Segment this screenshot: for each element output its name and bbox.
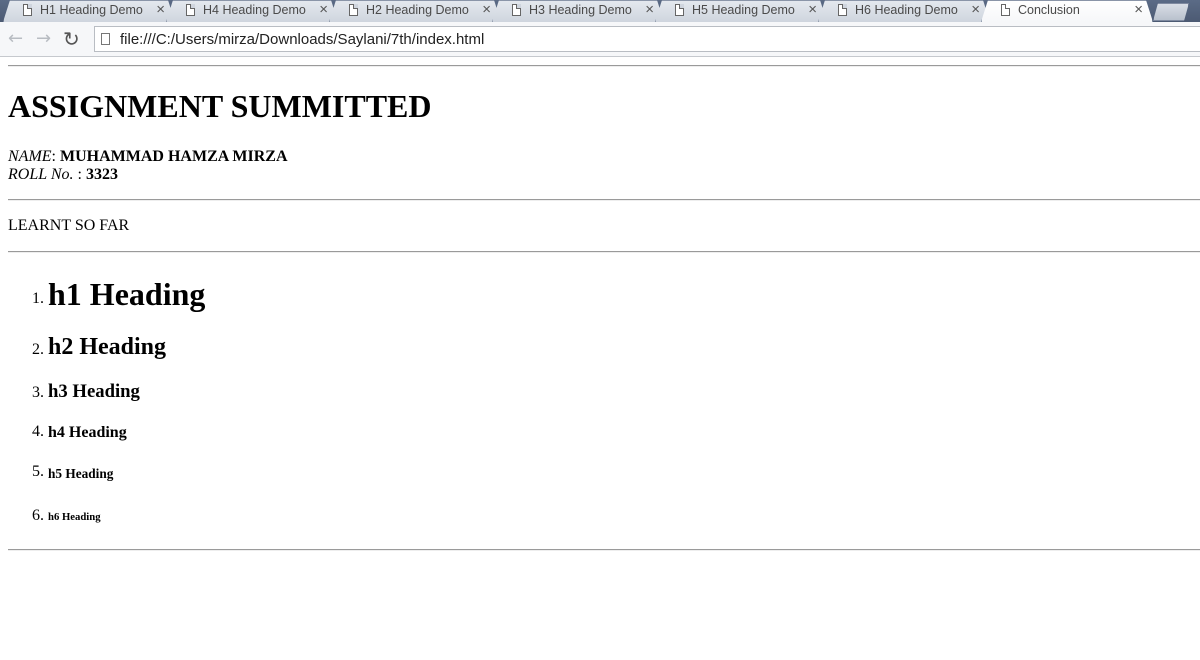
page-icon <box>349 4 358 16</box>
tab-title: H3 Heading Demo <box>529 3 632 17</box>
tab-h6-heading-demo[interactable]: H6 Heading Demo × <box>818 0 990 22</box>
list-number: 2. <box>32 341 44 358</box>
tab-title: H5 Heading Demo <box>692 3 795 17</box>
name-separator: : <box>51 148 60 165</box>
close-tab-icon[interactable]: × <box>1134 1 1143 18</box>
tab-title: H2 Heading Demo <box>366 3 469 17</box>
tab-strip: H1 Heading Demo × H4 Heading Demo × H2 H… <box>0 0 1200 22</box>
tab-title: H4 Heading Demo <box>203 3 306 17</box>
close-tab-icon[interactable]: × <box>645 1 654 18</box>
list-number: 6. <box>32 507 44 524</box>
list-heading: h3 Heading <box>48 381 140 402</box>
tab-title: H1 Heading Demo <box>40 3 143 17</box>
name-line: NAME: MUHAMMAD HAMZA MIRZA <box>8 148 288 166</box>
list-number: 1. <box>32 290 44 307</box>
back-arrow-icon[interactable]: ← <box>8 29 23 49</box>
forward-arrow-icon[interactable]: → <box>36 29 51 49</box>
roll-value: 3323 <box>85 166 118 183</box>
list-number: 5. <box>32 463 44 480</box>
tab-h4-heading-demo[interactable]: H4 Heading Demo × <box>166 0 338 22</box>
divider <box>8 65 1200 67</box>
tab-h1-heading-demo[interactable]: H1 Heading Demo × <box>3 0 175 22</box>
browser-toolbar: ← → ↻ file:///C:/Users/mirza/Downloads/S… <box>0 22 1200 57</box>
list-heading: h5 Heading <box>48 466 114 481</box>
list-heading: h4 Heading <box>48 424 127 441</box>
tab-title: Conclusion <box>1018 3 1080 17</box>
page-icon <box>23 4 32 16</box>
list-number: 3. <box>32 384 44 401</box>
close-tab-icon[interactable]: × <box>156 1 165 18</box>
tab-h2-heading-demo[interactable]: H2 Heading Demo × <box>329 0 501 22</box>
tab-conclusion[interactable]: Conclusion × <box>981 0 1153 22</box>
address-url[interactable]: file:///C:/Users/mirza/Downloads/Saylani… <box>120 31 484 48</box>
divider <box>8 199 1200 201</box>
close-tab-icon[interactable]: × <box>319 1 328 18</box>
page-icon <box>101 33 110 45</box>
roll-label: ROLL No. <box>8 166 74 183</box>
close-tab-icon[interactable]: × <box>808 1 817 18</box>
page-icon <box>186 4 195 16</box>
page-title: ASSIGNMENT SUMMITTED <box>8 88 432 124</box>
reload-icon[interactable]: ↻ <box>63 29 80 49</box>
roll-separator: : <box>73 166 86 183</box>
close-tab-icon[interactable]: × <box>971 1 980 18</box>
page-icon <box>675 4 684 16</box>
page-icon <box>1001 4 1010 16</box>
roll-line: ROLL No. : 3323 <box>8 166 118 184</box>
list-heading: h6 Heading <box>48 511 101 523</box>
page-content: ASSIGNMENT SUMMITTED NAME: MUHAMMAD HAMZ… <box>0 57 1200 660</box>
list-heading: h1 Heading <box>48 276 206 312</box>
tab-h5-heading-demo[interactable]: H5 Heading Demo × <box>655 0 827 22</box>
name-value: MUHAMMAD HAMZA MIRZA <box>60 148 288 165</box>
page-icon <box>838 4 847 16</box>
close-tab-icon[interactable]: × <box>482 1 491 18</box>
tab-title: H6 Heading Demo <box>855 3 958 17</box>
new-tab-button[interactable] <box>1153 3 1189 21</box>
list-heading: h2 Heading <box>48 334 167 360</box>
tab-h3-heading-demo[interactable]: H3 Heading Demo × <box>492 0 664 22</box>
list-number: 4. <box>32 423 44 440</box>
divider <box>8 251 1200 253</box>
page-icon <box>512 4 521 16</box>
name-label: NAME <box>8 148 52 165</box>
address-bar[interactable]: file:///C:/Users/mirza/Downloads/Saylani… <box>94 26 1200 52</box>
learnt-heading: LEARNT SO FAR <box>8 217 130 234</box>
divider <box>8 549 1200 551</box>
